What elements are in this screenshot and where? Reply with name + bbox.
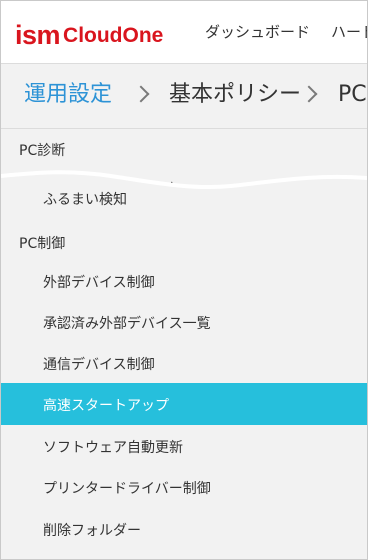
logo-ism-text: ism [15,20,61,50]
menu-item-label: 承認済み外部デバイス一覧 [43,316,211,332]
app-frame: ism CloudOne ダッシュボード ハード 運用設定 基本ポリシー PC … [0,0,368,560]
menu-item-label: 削除フォルダー [43,523,141,539]
menu-item-printer-driver-control[interactable]: プリンタードライバー制御 [1,466,367,508]
menu-item-label: 外部デバイス制御 [43,275,155,291]
menu-item-approved-external-devices[interactable]: 承認済み外部デバイス一覧 [1,301,367,343]
menu-item-label: 通信デバイス制御 [43,357,155,373]
menu-item-fast-startup[interactable]: 高速スタートアップ [1,383,367,425]
logo-cloudone-text: CloudOne [63,24,164,47]
chevron-right-icon [300,85,318,103]
menu-item-label: 高速スタートアップ [43,398,169,414]
breadcrumb-operation-settings[interactable]: 運用設定 [24,82,112,108]
menu-group-pc-diagnosis: PC診断 [19,143,66,159]
nav-hardware[interactable]: ハード [331,21,367,42]
header: ism CloudOne ダッシュボード ハード [1,1,367,64]
nav-dashboard[interactable]: ダッシュボード [205,21,310,42]
breadcrumb-basic-policy: 基本ポリシー [169,82,302,107]
ism-cloudone-logo[interactable]: ism CloudOne [15,13,163,49]
chevron-right-icon [132,85,150,103]
sidebar-menu: PC診断 設定 ふるまい検知 PC制御 外部デバイス制御 承認済み外部デバイス一… [1,129,367,559]
menu-item-software-auto-update[interactable]: ソフトウェア自動更新 [1,425,367,467]
menu-item-external-device-control[interactable]: 外部デバイス制御 [1,260,367,302]
menu-item-delete-folder[interactable]: 削除フォルダー [1,508,367,550]
menu-item-label: ソフトウェア自動更新 [43,440,183,456]
menu-item-behavior-detection[interactable]: ふるまい検知 [43,189,127,209]
menu-item-communication-device-control[interactable]: 通信デバイス制御 [1,342,367,384]
breadcrumb-pc: PC [338,82,367,107]
menu-group-pc-control: PC制御 [19,236,66,252]
breadcrumb: 運用設定 基本ポリシー PC [1,64,367,129]
menu-item-label: プリンタードライバー制御 [43,481,211,497]
